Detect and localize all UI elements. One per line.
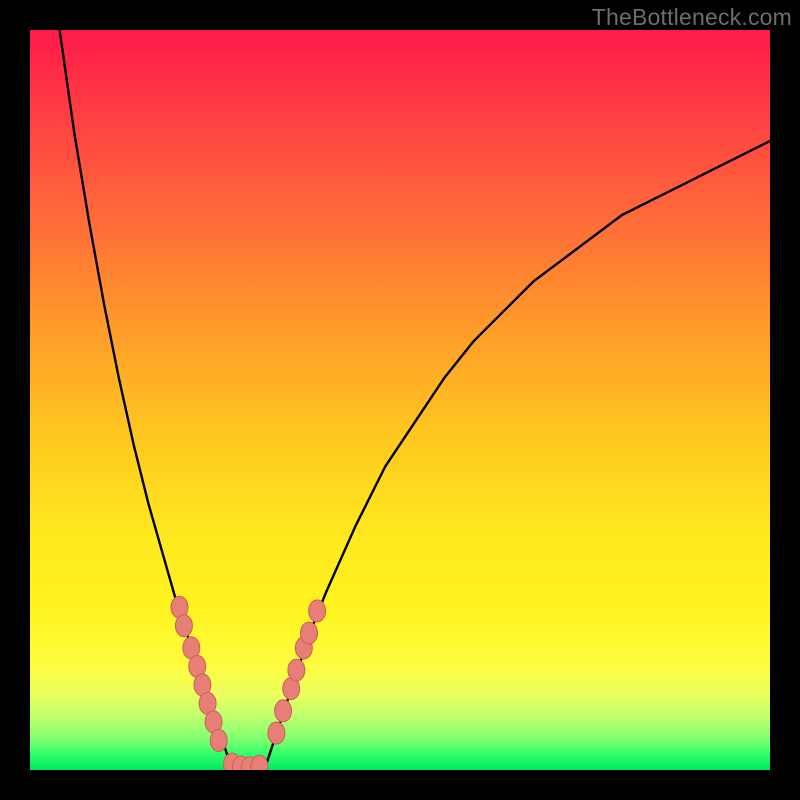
curve-path [60,30,770,768]
data-marker [309,600,326,622]
plot-area [30,30,770,770]
data-marker [300,622,317,644]
data-marker [275,700,292,722]
data-marker [288,659,305,681]
data-marker [210,729,227,751]
data-marker [175,615,192,637]
bottleneck-curve [30,30,770,770]
data-marker [268,722,285,744]
watermark-text: TheBottleneck.com [592,4,792,31]
chart-frame: TheBottleneck.com [0,0,800,800]
